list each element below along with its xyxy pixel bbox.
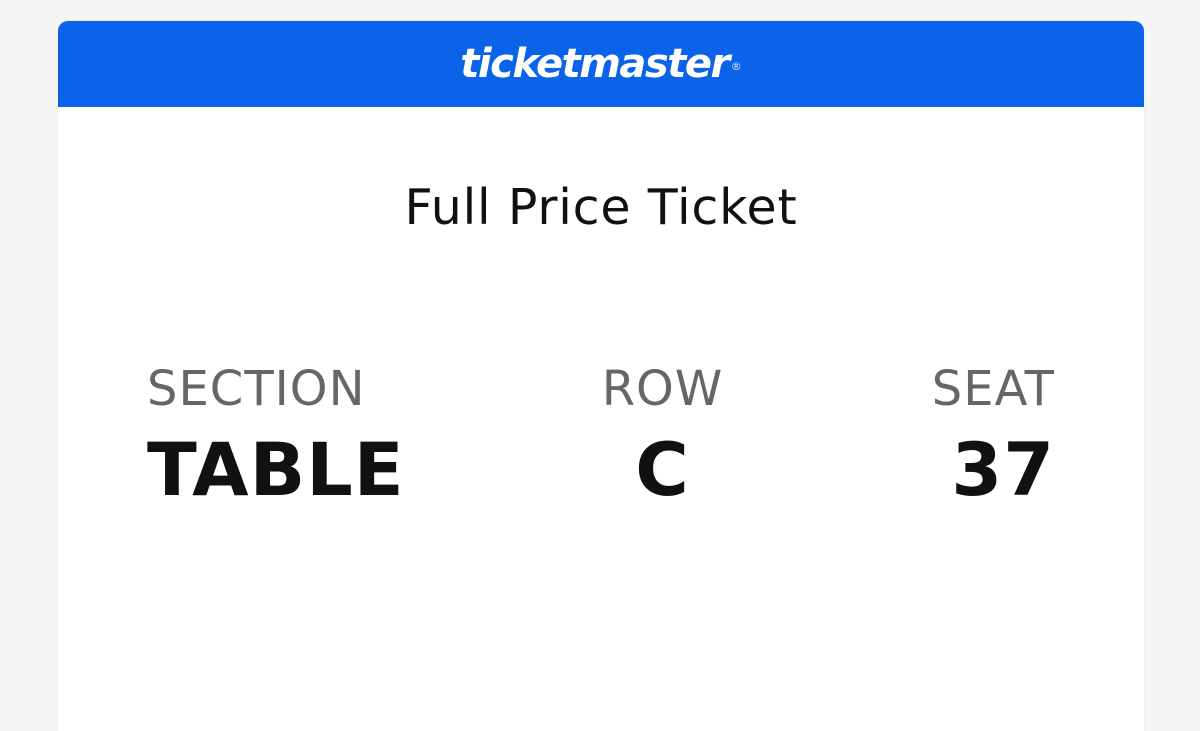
row-info: ROW C (600, 365, 725, 507)
brand-header: ticketmaster ® (58, 21, 1144, 107)
row-label: ROW (601, 361, 724, 417)
section-value: TABLE (147, 428, 405, 513)
row-value: C (635, 428, 690, 513)
registered-mark: ® (730, 60, 742, 73)
seat-value: 37 (951, 428, 1055, 513)
ticket-page: ticketmaster ® Full Price Ticket SECTION… (0, 0, 1200, 731)
seat-label: SEAT (931, 361, 1055, 417)
section-label: SECTION (147, 361, 366, 417)
ticket-type-title: Full Price Ticket (404, 179, 798, 236)
brand-wordmark: ticketmaster (460, 41, 730, 87)
ticket-card: ticketmaster ® Full Price Ticket SECTION… (58, 21, 1144, 731)
seat-info-column: SEAT 37 (932, 365, 1055, 507)
seat-info: SECTION TABLE ROW C SEAT 37 (58, 365, 1144, 515)
section-info: SECTION TABLE (147, 365, 405, 507)
ticketmaster-logo: ticketmaster ® (460, 44, 741, 84)
